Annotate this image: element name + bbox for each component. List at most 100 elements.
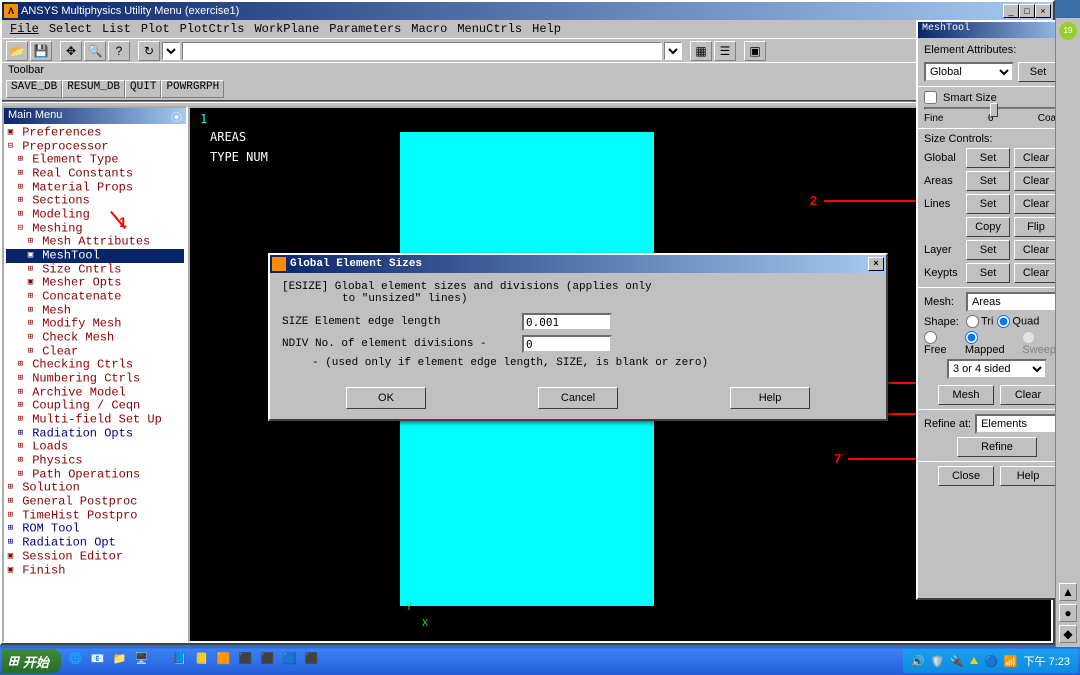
tool-pan-icon[interactable]: ✥ (60, 41, 82, 61)
tree-item[interactable]: ⊞ Clear (6, 345, 184, 359)
dialog-titlebar[interactable]: Global Element Sizes × (270, 255, 886, 273)
refine-button[interactable]: Refine (957, 437, 1037, 457)
tree-item[interactable]: ⊟ Meshing (6, 222, 184, 236)
size-Global-btn1[interactable]: Set (966, 148, 1010, 168)
menu-plotctrls[interactable]: PlotCtrls (176, 22, 249, 36)
size-Keypts-btn2[interactable]: Clear (1014, 263, 1058, 283)
app-icon-1[interactable]: 📘 (173, 652, 191, 670)
tree-item[interactable]: ⊞ Loads (6, 440, 184, 454)
close-button[interactable]: × (1035, 4, 1051, 18)
ql-icon-4[interactable]: 🖥️ (135, 652, 153, 670)
tree-item[interactable]: ⊞ Path Operations (6, 468, 184, 482)
tool-zoom-icon[interactable]: 🔍 (84, 41, 106, 61)
tree-item[interactable]: ⊞ General Postproc (6, 495, 184, 509)
app-icon-6[interactable]: 🟦 (283, 652, 301, 670)
mesh-clear-button[interactable]: Clear (1000, 385, 1056, 405)
sided-select[interactable]: 3 or 4 sided (947, 359, 1047, 379)
meshtool-close-button[interactable]: Close (938, 466, 994, 486)
tree-item[interactable]: ⊞ Size Cntrls (6, 263, 184, 277)
tree-item[interactable]: ⊞ Checking Ctrls (6, 358, 184, 372)
smart-size-checkbox[interactable] (924, 91, 937, 104)
tree-item[interactable]: ⊞ Physics (6, 454, 184, 468)
smart-size-slider[interactable] (924, 107, 1070, 110)
tree-item[interactable]: ⊞ Sections (6, 194, 184, 208)
menu-macro[interactable]: Macro (407, 22, 451, 36)
resum-db-button[interactable]: RESUM_DB (62, 80, 125, 98)
tree-item[interactable]: ⊞ Mesh (6, 304, 184, 318)
ql-icon-1[interactable]: 🌐 (69, 652, 87, 670)
tray-icon-6[interactable]: 📶 (1004, 655, 1018, 668)
tree-item[interactable]: ⊞ Concatenate (6, 290, 184, 304)
strip-btn-3[interactable]: ◆ (1059, 625, 1077, 643)
badge-icon[interactable]: 19 (1059, 22, 1077, 40)
app-icon-2[interactable]: 📒 (195, 652, 213, 670)
elem-attr-select[interactable]: Global (924, 62, 1014, 82)
ql-icon-2[interactable]: 📧 (91, 652, 109, 670)
save-db-button[interactable]: SAVE_DB (6, 80, 62, 98)
size-Areas-btn2[interactable]: Clear (1014, 171, 1058, 191)
tree-item[interactable]: ⊞ Material Props (6, 181, 184, 195)
ql-icon-3[interactable]: 📁 (113, 652, 131, 670)
tool-grid-icon[interactable]: ▦ (690, 41, 712, 61)
minimize-button[interactable]: _ (1003, 4, 1019, 18)
tree-item[interactable]: ⊞ Radiation Opts (6, 427, 184, 441)
tool-refresh-icon[interactable]: ↻ (138, 41, 160, 61)
dialog-close-button[interactable]: × (868, 257, 884, 271)
tree-item[interactable]: ▣ Preferences (6, 126, 184, 140)
tree-item[interactable]: ⊞ TimeHist Postpro (6, 509, 184, 523)
tool-list-icon[interactable]: ☰ (714, 41, 736, 61)
strip-btn-2[interactable]: ● (1059, 604, 1077, 622)
command-input[interactable] (182, 42, 662, 60)
size-Global-btn2[interactable]: Clear (1014, 148, 1058, 168)
tray-icon-3[interactable]: 🔌 (950, 655, 964, 668)
elem-attr-set-button[interactable]: Set (1018, 62, 1058, 82)
ndiv-input[interactable] (522, 335, 612, 353)
menu-list[interactable]: List (98, 22, 135, 36)
tree-item[interactable]: ⊞ Coupling / Ceqn (6, 399, 184, 413)
shape-quad-radio[interactable]: Quad (997, 315, 1039, 328)
menu-workplane[interactable]: WorkPlane (250, 22, 323, 36)
free-radio[interactable]: Free (924, 331, 961, 356)
size-Layer-btn2[interactable]: Clear (1014, 240, 1058, 260)
tray-clock[interactable]: 下午 7:23 (1024, 653, 1070, 669)
app-icon-4[interactable]: ⬛ (239, 652, 257, 670)
size-Lines-btn1[interactable]: Set (966, 194, 1010, 214)
tool-dropdown-1[interactable] (162, 42, 180, 60)
quit-button[interactable]: QUIT (125, 80, 161, 98)
menu-select[interactable]: Select (45, 22, 96, 36)
size-Lines-btn2[interactable]: Clear (1014, 194, 1058, 214)
app-icon-7[interactable]: ⬛ (305, 652, 323, 670)
app-icon-5[interactable]: ⬛ (261, 652, 279, 670)
tool-dropdown-2[interactable] (664, 42, 682, 60)
tree-item[interactable]: ⊞ Archive Model (6, 386, 184, 400)
mesh-button[interactable]: Mesh (938, 385, 994, 405)
tree-item[interactable]: ▣ Mesher Opts (6, 276, 184, 290)
start-button[interactable]: ⊞ 开始 (2, 649, 61, 673)
tree-item[interactable]: ⊞ Solution (6, 481, 184, 495)
tree-item[interactable]: ⊞ Multi-field Set Up (6, 413, 184, 427)
tool-help-icon[interactable]: ? (108, 41, 130, 61)
menu-file[interactable]: File (6, 22, 43, 36)
main-menu-pin-icon[interactable]: ⦿ (171, 109, 182, 123)
tray-icon-4[interactable] (970, 655, 978, 667)
tree-item[interactable]: ▣ Session Editor (6, 550, 184, 564)
size-input[interactable] (522, 313, 612, 331)
tool-window-icon[interactable]: ▣ (744, 41, 766, 61)
tray-icon-2[interactable]: 🛡️ (931, 655, 945, 668)
menu-plot[interactable]: Plot (137, 22, 174, 36)
mapped-radio[interactable]: Mapped (965, 331, 1019, 356)
dialog-ok-button[interactable]: OK (346, 387, 426, 409)
meshtool-help-button[interactable]: Help (1000, 466, 1056, 486)
main-menu-tree[interactable]: ▣ Preferences⊟ Preprocessor⊞ Element Typ… (4, 124, 186, 641)
size-Layer-btn1[interactable]: Set (966, 240, 1010, 260)
tool-open-icon[interactable]: 📂 (6, 41, 28, 61)
menu-menuctrls[interactable]: MenuCtrls (453, 22, 526, 36)
tree-item[interactable]: ▣ MeshTool (6, 249, 184, 263)
app-icon-3[interactable]: 🟧 (217, 652, 235, 670)
tree-item[interactable]: ⊞ Modeling (6, 208, 184, 222)
strip-btn-1[interactable]: ▲ (1059, 583, 1077, 601)
tree-item[interactable]: ⊞ Check Mesh (6, 331, 184, 345)
menu-help[interactable]: Help (528, 22, 565, 36)
tree-item[interactable]: ⊞ Real Constants (6, 167, 184, 181)
shape-tri-radio[interactable]: Tri (966, 315, 993, 328)
